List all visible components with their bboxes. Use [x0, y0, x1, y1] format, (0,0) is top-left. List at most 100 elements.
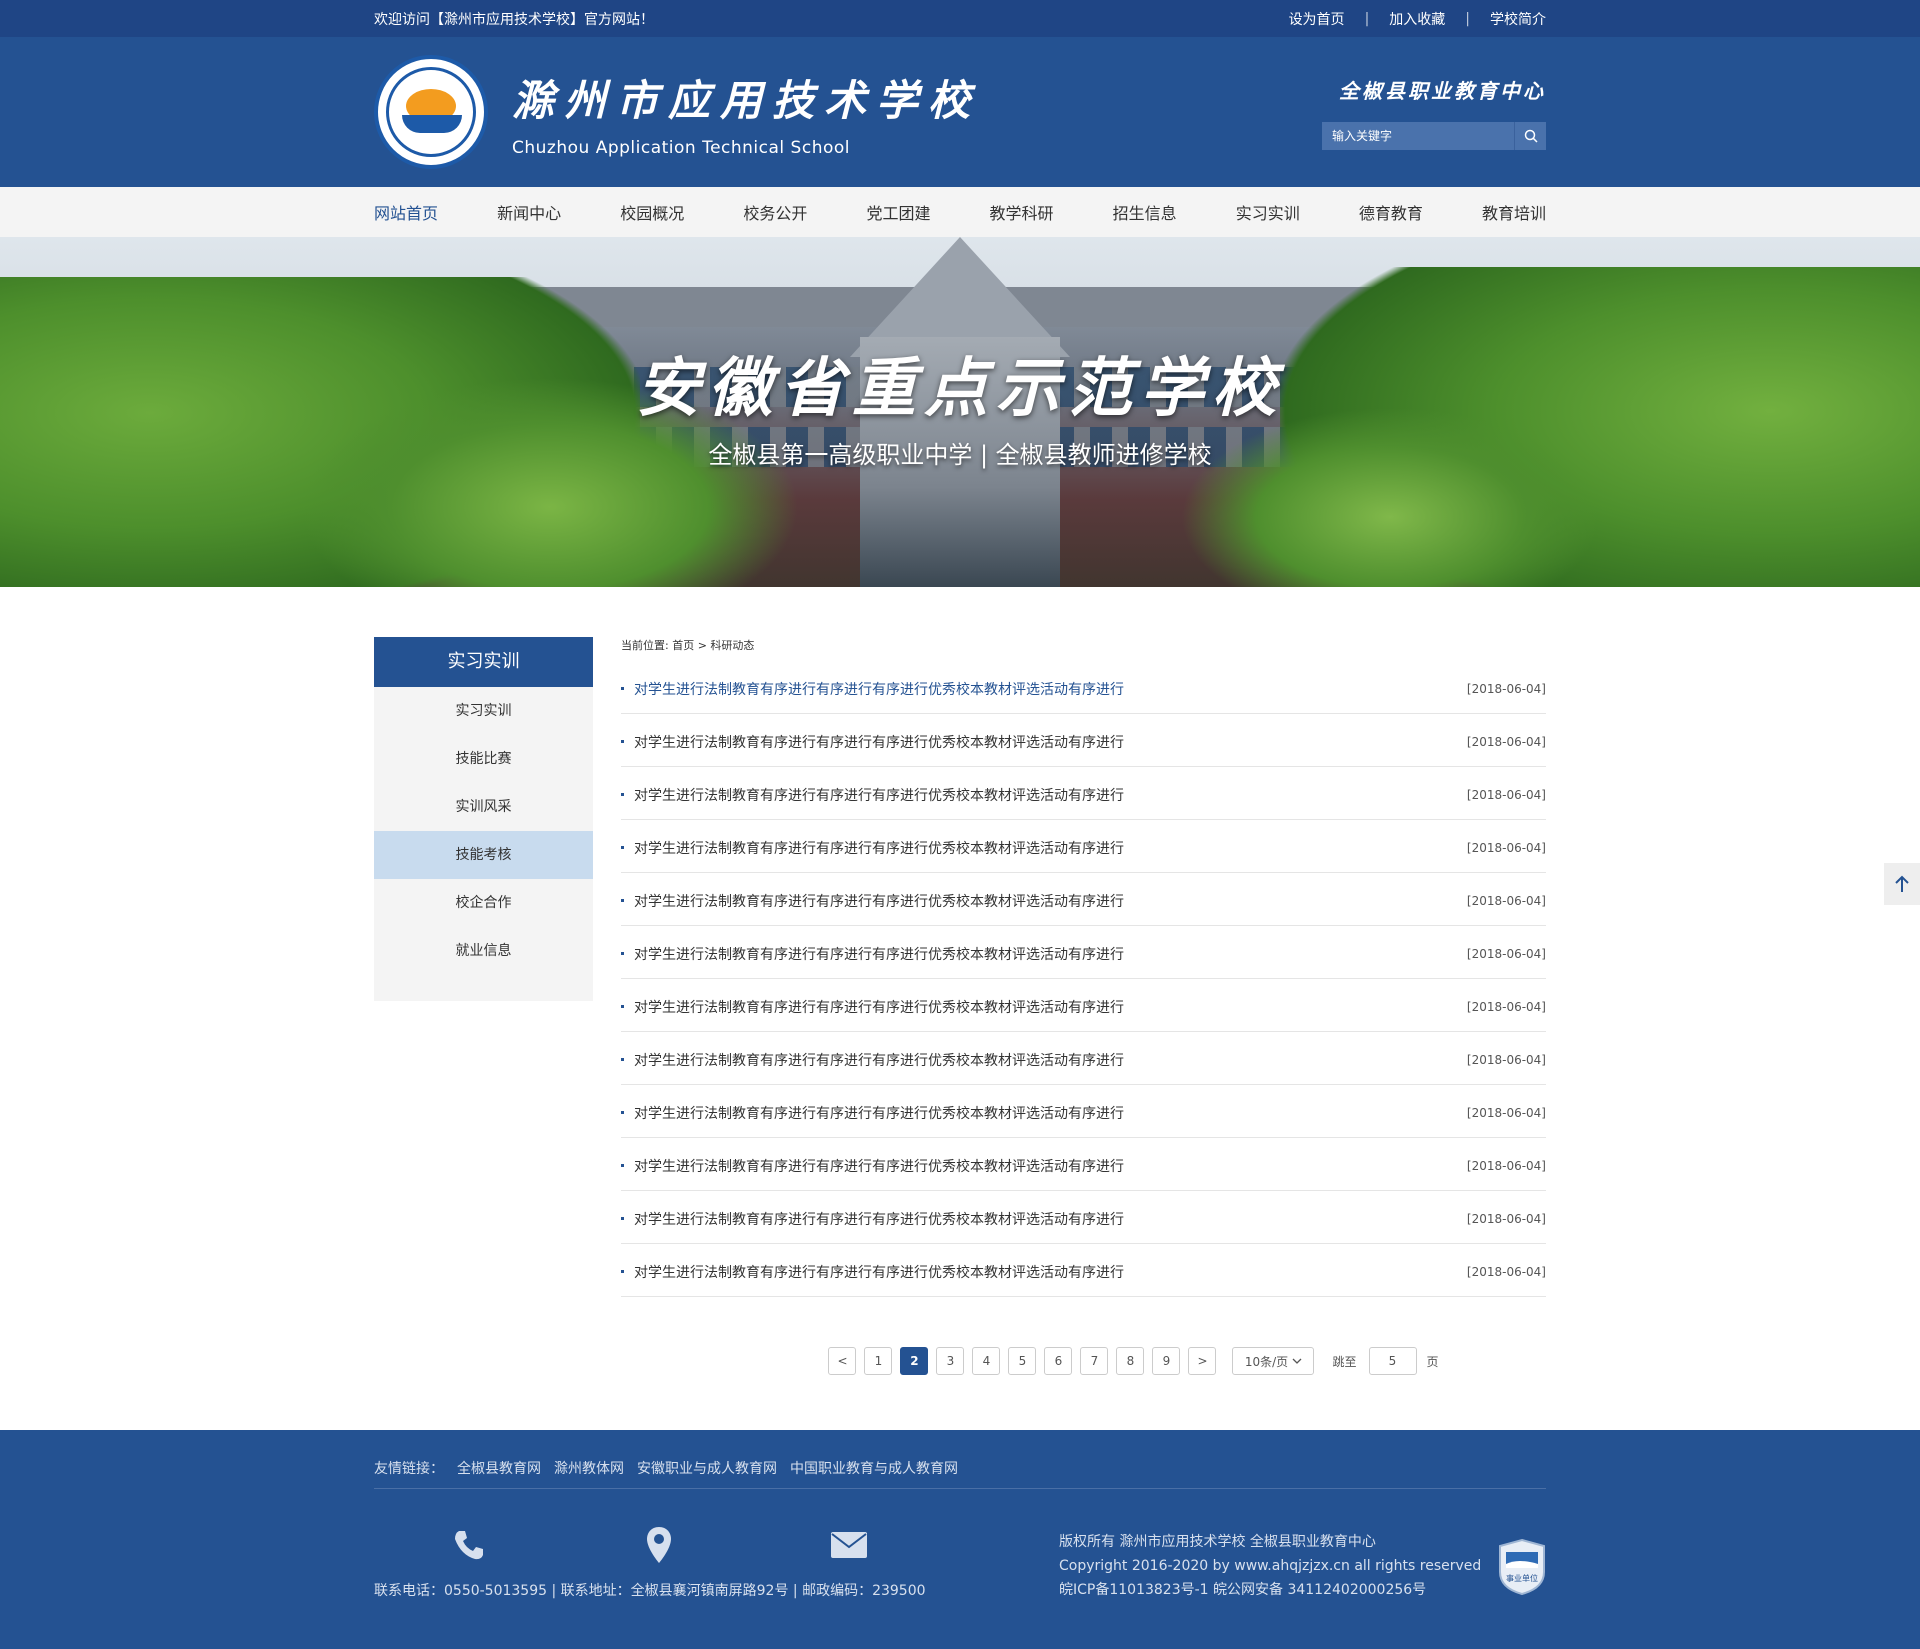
nav-item-moral[interactable]: 德育教育 [1359, 200, 1423, 224]
arrow-up-icon [1895, 875, 1909, 892]
search-input[interactable] [1322, 121, 1514, 150]
news-date: [2018-06-04] [1466, 682, 1546, 696]
nav-item-party[interactable]: 党工团建 [866, 200, 930, 224]
news-row[interactable]: 对学生进行法制教育有序进行有序进行有序进行优秀校本教材评选活动有序进行 [2018… [621, 661, 1546, 714]
news-title[interactable]: 对学生进行法制教育有序进行有序进行有序进行优秀校本教材评选活动有序进行 [621, 785, 1124, 805]
page-button[interactable]: 3 [936, 1347, 965, 1375]
page-size-select[interactable]: 10条/页 [1232, 1347, 1315, 1375]
prev-page-button[interactable]: < [828, 1347, 857, 1375]
copyright-line: 版权所有 滁州市应用技术学校 全椒县职业教育中心 [1059, 1534, 1376, 1550]
nav-item-research[interactable]: 教学科研 [990, 200, 1054, 224]
news-row[interactable]: 对学生进行法制教育有序进行有序进行有序进行优秀校本教材评选活动有序进行 [2018… [621, 979, 1546, 1032]
add-favorite-link[interactable]: 加入收藏 [1389, 9, 1445, 29]
back-to-top-button[interactable] [1884, 863, 1920, 905]
separator: | [1465, 10, 1470, 27]
page-unit-label: 页 [1426, 1354, 1439, 1369]
news-date: [2018-06-04] [1466, 735, 1546, 749]
nav-item-affairs[interactable]: 校务公开 [743, 200, 807, 224]
phone-icon [449, 1525, 489, 1565]
nav-item-training[interactable]: 教育培训 [1482, 200, 1546, 224]
nav-item-internship[interactable]: 实习实训 [1236, 200, 1300, 224]
page-button[interactable]: 6 [1044, 1347, 1073, 1375]
header-slogan: 全椒县职业教育中心 [1339, 78, 1546, 103]
page-size-value: 10条/页 [1244, 1354, 1289, 1369]
page-button[interactable]: 4 [972, 1347, 1001, 1375]
next-page-button[interactable]: > [1188, 1347, 1217, 1375]
page-button-current[interactable]: 2 [900, 1347, 929, 1375]
news-title[interactable]: 对学生进行法制教育有序进行有序进行有序进行优秀校本教材评选活动有序进行 [621, 1156, 1124, 1176]
news-title[interactable]: 对学生进行法制教育有序进行有序进行有序进行优秀校本教材评选活动有序进行 [621, 1262, 1124, 1282]
friend-link[interactable]: 全椒县教育网 [457, 1458, 541, 1478]
location-pin-icon [639, 1525, 679, 1565]
nav-item-admission[interactable]: 招生信息 [1113, 200, 1177, 224]
news-row[interactable]: 对学生进行法制教育有序进行有序进行有序进行优秀校本教材评选活动有序进行 [2018… [621, 820, 1546, 873]
site-footer: 友情链接： 全椒县教育网 滁州教体网 安徽职业与成人教育网 中国职业教育与成人教… [0, 1430, 1920, 1649]
welcome-text: 欢迎访问【滁州市应用技术学校】官方网站！ [374, 11, 654, 28]
news-row[interactable]: 对学生进行法制教育有序进行有序进行有序进行优秀校本教材评选活动有序进行 [2018… [621, 926, 1546, 979]
friend-link[interactable]: 中国职业教育与成人教育网 [790, 1458, 958, 1478]
sidebar-item-internship[interactable]: 实习实训 [374, 687, 593, 735]
news-date: [2018-06-04] [1466, 1265, 1546, 1279]
news-date: [2018-06-04] [1466, 1000, 1546, 1014]
sidebar-item-competition[interactable]: 技能比赛 [374, 735, 593, 783]
page-button[interactable]: 1 [864, 1347, 893, 1375]
news-title[interactable]: 对学生进行法制教育有序进行有序进行有序进行优秀校本教材评选活动有序进行 [621, 944, 1124, 964]
school-name-en: Chuzhou Application Technical School [512, 137, 850, 158]
friend-link[interactable]: 安徽职业与成人教育网 [637, 1458, 777, 1478]
sidebar-item-cooperation[interactable]: 校企合作 [374, 879, 593, 927]
nav-item-news[interactable]: 新闻中心 [497, 200, 561, 224]
news-row[interactable]: 对学生进行法制教育有序进行有序进行有序进行优秀校本教材评选活动有序进行 [2018… [621, 1191, 1546, 1244]
set-homepage-link[interactable]: 设为首页 [1289, 9, 1345, 29]
sidebar-item-showcase[interactable]: 实训风采 [374, 783, 593, 831]
news-row[interactable]: 对学生进行法制教育有序进行有序进行有序进行优秀校本教材评选活动有序进行 [2018… [621, 873, 1546, 926]
content-area: 实习实训 实习实训 技能比赛 实训风采 技能考核 校企合作 就业信息 当前位置:… [0, 587, 1920, 1375]
footer-contact: 联系电话：0550-5013595 | 联系地址：全椒县襄河镇南屏路92号 | … [374, 1583, 926, 1599]
news-title[interactable]: 对学生进行法制教育有序进行有序进行有序进行优秀校本教材评选活动有序进行 [621, 679, 1124, 699]
news-row[interactable]: 对学生进行法制教育有序进行有序进行有序进行优秀校本教材评选活动有序进行 [2018… [621, 1244, 1546, 1297]
copyright-line: 皖ICP备11013823号-1 皖公网安备 34112402000256号 [1059, 1582, 1427, 1598]
news-row[interactable]: 对学生进行法制教育有序进行有序进行有序进行优秀校本教材评选活动有序进行 [2018… [621, 1138, 1546, 1191]
news-row[interactable]: 对学生进行法制教育有序进行有序进行有序进行优秀校本教材评选活动有序进行 [2018… [621, 1032, 1546, 1085]
news-title[interactable]: 对学生进行法制教育有序进行有序进行有序进行优秀校本教材评选活动有序进行 [621, 732, 1124, 752]
jump-page-input[interactable] [1368, 1347, 1417, 1375]
separator: | [1364, 10, 1370, 27]
friend-links-label: 友情链接： [374, 1461, 444, 1477]
sidebar-item-employment[interactable]: 就业信息 [374, 927, 593, 975]
sidebar: 实习实训 实习实训 技能比赛 实训风采 技能考核 校企合作 就业信息 [374, 637, 593, 1001]
news-row[interactable]: 对学生进行法制教育有序进行有序进行有序进行优秀校本教材评选活动有序进行 [2018… [621, 714, 1546, 767]
news-title[interactable]: 对学生进行法制教育有序进行有序进行有序进行优秀校本教材评选活动有序进行 [621, 997, 1124, 1017]
school-logo-icon[interactable] [374, 55, 488, 169]
friend-link[interactable]: 滁州教体网 [554, 1458, 624, 1478]
brand[interactable]: 滁州市应用技术学校 Chuzhou Application Technical … [374, 55, 980, 169]
search-button[interactable] [1514, 121, 1546, 150]
news-row[interactable]: 对学生进行法制教育有序进行有序进行有序进行优秀校本教材评选活动有序进行 [2018… [621, 1085, 1546, 1138]
nav-item-home[interactable]: 网站首页 [374, 200, 438, 224]
news-date: [2018-06-04] [1466, 788, 1546, 802]
nav-item-campus[interactable]: 校园概况 [620, 200, 684, 224]
copyright-line: Copyright 2016-2020 by www.ahqjzjzx.cn a… [1059, 1558, 1482, 1574]
site-header: 滁州市应用技术学校 Chuzhou Application Technical … [0, 37, 1920, 187]
news-title[interactable]: 对学生进行法制教育有序进行有序进行有序进行优秀校本教材评选活动有序进行 [621, 891, 1124, 911]
hero-banner: 安徽省重点示范学校 全椒县第一高级职业中学 | 全椒县教师进修学校 [0, 237, 1920, 587]
banner-subtitle: 全椒县第一高级职业中学 | 全椒县教师进修学校 [708, 441, 1212, 469]
page-button[interactable]: 8 [1116, 1347, 1145, 1375]
sidebar-item-assessment[interactable]: 技能考核 [374, 831, 593, 879]
public-institution-badge-icon[interactable]: 事业单位 [1498, 1538, 1546, 1596]
page-button[interactable]: 5 [1008, 1347, 1037, 1375]
news-date: [2018-06-04] [1466, 1159, 1546, 1173]
news-title[interactable]: 对学生进行法制教育有序进行有序进行有序进行优秀校本教材评选活动有序进行 [621, 1103, 1124, 1123]
page-button[interactable]: 9 [1152, 1347, 1181, 1375]
news-row[interactable]: 对学生进行法制教育有序进行有序进行有序进行优秀校本教材评选活动有序进行 [2018… [621, 767, 1546, 820]
banner-title: 安徽省重点示范学校 [636, 351, 1284, 426]
news-date: [2018-06-04] [1466, 841, 1546, 855]
top-bar: 欢迎访问【滁州市应用技术学校】官方网站！ 设为首页 | 加入收藏 | 学校简介 [0, 0, 1920, 37]
news-title[interactable]: 对学生进行法制教育有序进行有序进行有序进行优秀校本教材评选活动有序进行 [621, 1050, 1124, 1070]
school-intro-link[interactable]: 学校简介 [1490, 9, 1546, 29]
news-title[interactable]: 对学生进行法制教育有序进行有序进行有序进行优秀校本教材评选活动有序进行 [621, 838, 1124, 858]
news-date: [2018-06-04] [1466, 894, 1546, 908]
chevron-down-icon [1292, 1358, 1302, 1364]
page-button[interactable]: 7 [1080, 1347, 1109, 1375]
news-list: 对学生进行法制教育有序进行有序进行有序进行优秀校本教材评选活动有序进行 [2018… [621, 661, 1546, 1297]
sidebar-title: 实习实训 [374, 637, 593, 687]
news-title[interactable]: 对学生进行法制教育有序进行有序进行有序进行优秀校本教材评选活动有序进行 [621, 1209, 1124, 1229]
